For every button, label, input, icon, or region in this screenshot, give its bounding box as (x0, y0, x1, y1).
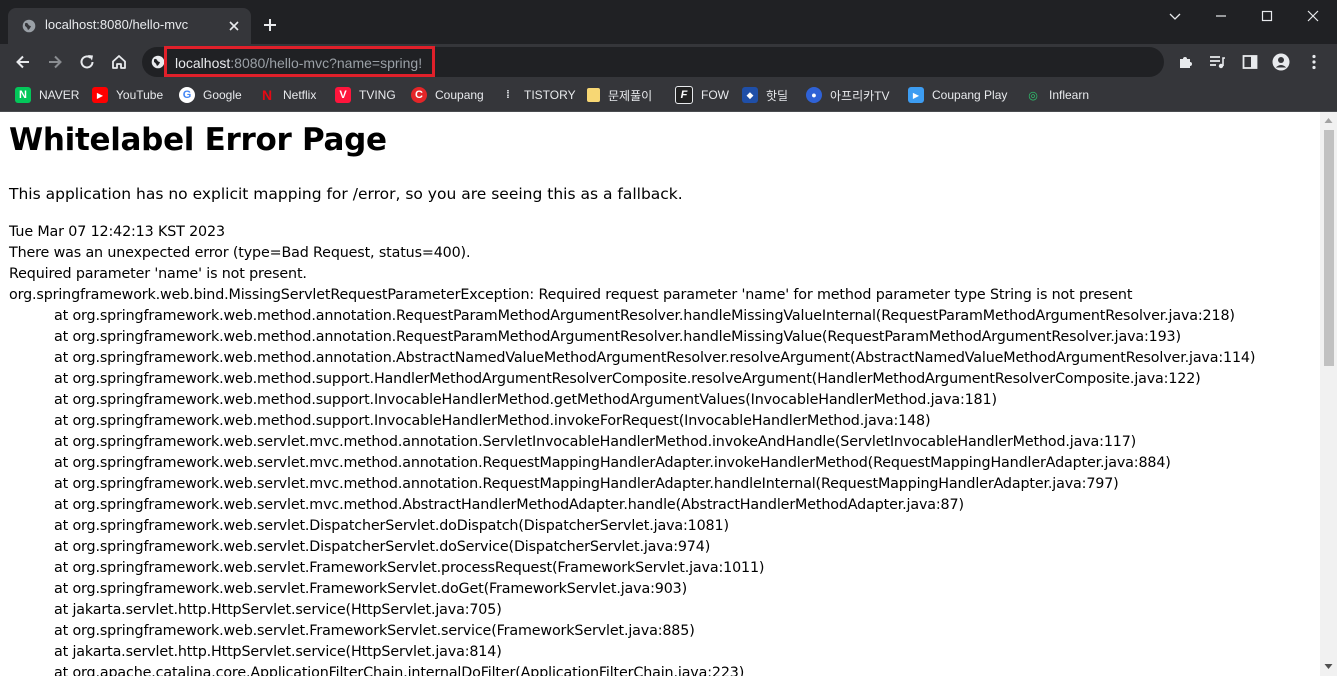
exception-line: org.springframework.web.bind.MissingServ… (9, 287, 1133, 303)
page-title: Whitelabel Error Page (9, 122, 387, 158)
tab-search-icon[interactable] (1167, 8, 1183, 24)
stack-trace-line: at org.springframework.web.servlet.Dispa… (54, 518, 729, 534)
bookmark-label: 핫딜 (766, 88, 789, 103)
bookmark-label: 아프리카TV (830, 88, 890, 103)
home-icon[interactable] (110, 53, 128, 71)
url-text[interactable]: localhost:8080/hello-mvc?name=spring! (175, 55, 422, 71)
bookmark-label: Netflix (283, 88, 317, 102)
stack-trace-line: at org.springframework.web.method.suppor… (54, 413, 931, 429)
scroll-down-arrow-icon[interactable] (1324, 662, 1333, 671)
bookmark-coupang[interactable]: C Coupang (411, 85, 484, 105)
tving-icon: V (335, 87, 351, 103)
bookmark-tistory[interactable]: ⁞ TISTORY (500, 85, 576, 105)
fallback-message: This application has no explicit mapping… (9, 185, 683, 203)
bookmark-youtube[interactable]: ▶ YouTube (92, 85, 163, 105)
error-status-line: There was an unexpected error (type=Bad … (9, 245, 471, 261)
bookmark-tving[interactable]: V TVING (335, 85, 396, 105)
bookmark-label: FOW (701, 88, 729, 102)
youtube-icon: ▶ (92, 87, 108, 103)
naver-icon: N (15, 87, 31, 103)
bookmark-label: Google (203, 88, 242, 102)
stack-trace-line: at org.springframework.web.servlet.mvc.m… (54, 434, 1137, 450)
stack-trace-line: at org.apache.catalina.core.ApplicationF… (54, 665, 745, 676)
folder-icon (587, 88, 600, 102)
bookmark-label: NAVER (39, 88, 80, 102)
address-bar[interactable]: localhost:8080/hello-mvc?name=spring! (142, 46, 1164, 77)
afreecatv-icon: ● (806, 87, 822, 103)
coupang-play-icon: ▶ (908, 87, 924, 103)
bookmark-label: TVING (359, 88, 396, 102)
stack-trace-line: at jakarta.servlet.http.HttpServlet.serv… (54, 602, 502, 618)
browser-toolbar: localhost:8080/hello-mvc?name=spring! (0, 44, 1337, 80)
error-timestamp: Tue Mar 07 12:42:13 KST 2023 (9, 224, 225, 240)
inflearn-icon: ◎ (1028, 89, 1038, 102)
globe-icon (22, 19, 36, 33)
media-queue-icon[interactable] (1208, 53, 1226, 71)
stack-trace-line: at org.springframework.web.method.annota… (54, 308, 1235, 324)
bookmark-inflearn[interactable]: ◎ Inflearn (1025, 85, 1089, 105)
more-menu-icon[interactable] (1305, 53, 1323, 71)
stack-trace-line: at org.springframework.web.method.suppor… (54, 371, 1201, 387)
bookmark-label: 문제풀이 (608, 88, 653, 103)
stack-trace-line: at org.springframework.web.servlet.mvc.m… (54, 455, 1171, 471)
tistory-icon: ⁞ (506, 89, 510, 101)
tab-title: localhost:8080/hello-mvc (45, 17, 189, 32)
stack-trace-line: at org.springframework.web.servlet.Frame… (54, 581, 688, 597)
bookmark-google[interactable]: G Google (179, 85, 242, 105)
error-details: Tue Mar 07 12:42:13 KST 2023 There was a… (9, 222, 1255, 676)
hotdeal-icon: ◆ (742, 87, 758, 103)
stack-trace-line: at jakarta.servlet.http.HttpServlet.serv… (54, 644, 502, 660)
page-content: Whitelabel Error Page This application h… (0, 112, 1320, 676)
bookmark-label: Inflearn (1049, 88, 1090, 102)
bookmark-fow[interactable]: F FOW (675, 85, 729, 105)
scroll-up-arrow-icon[interactable] (1324, 116, 1333, 125)
bookmark-folder-munjepuri[interactable]: 문제풀이 (587, 85, 652, 105)
browser-tab[interactable]: localhost:8080/hello-mvc (8, 8, 251, 44)
stack-trace-line: at org.springframework.web.method.annota… (54, 350, 1256, 366)
tab-strip: localhost:8080/hello-mvc (0, 0, 1337, 44)
new-tab-icon[interactable] (262, 17, 278, 33)
url-path: :8080/hello-mvc?name=spring! (230, 55, 423, 71)
bookmark-label: Coupang Play (932, 88, 1008, 102)
back-arrow-icon[interactable] (14, 53, 32, 71)
bookmark-hotdeal[interactable]: ◆ 핫딜 (742, 85, 788, 105)
bookmark-netflix[interactable]: N Netflix (259, 85, 316, 105)
reload-icon[interactable] (78, 53, 96, 71)
site-info-icon[interactable] (151, 55, 165, 69)
error-detail-line: Required parameter 'name' is not present… (9, 266, 307, 282)
vertical-scrollbar[interactable] (1320, 112, 1337, 676)
minimize-icon[interactable] (1213, 8, 1229, 24)
fow-icon: F (675, 86, 693, 104)
stack-trace-line: at org.springframework.web.servlet.mvc.m… (54, 497, 964, 513)
profile-avatar-icon[interactable] (1272, 53, 1290, 71)
url-host: localhost (175, 55, 231, 71)
bookmark-label: YouTube (116, 88, 164, 102)
bookmark-label: Coupang (435, 88, 484, 102)
coupang-icon: C (411, 87, 427, 103)
stack-trace-line: at org.springframework.web.servlet.Frame… (54, 623, 695, 639)
close-window-icon[interactable] (1305, 8, 1321, 24)
scrollbar-thumb[interactable] (1324, 130, 1334, 366)
bookmark-coupang-play[interactable]: ▶ Coupang Play (908, 85, 1007, 105)
forward-arrow-icon[interactable] (46, 53, 64, 71)
stack-trace-line: at org.springframework.web.method.suppor… (54, 392, 997, 408)
bookmark-afreecatv[interactable]: ● 아프리카TV (806, 85, 890, 105)
stack-trace-line: at org.springframework.web.servlet.Frame… (54, 560, 765, 576)
stack-trace-line: at org.springframework.web.servlet.mvc.m… (54, 476, 1119, 492)
extensions-puzzle-icon[interactable] (1177, 53, 1195, 71)
google-icon: G (179, 87, 195, 103)
bookmark-naver[interactable]: N NAVER (15, 85, 79, 105)
maximize-icon[interactable] (1259, 8, 1275, 24)
bookmarks-bar: N NAVER ▶ YouTube G Google N Netflix V T… (0, 80, 1337, 112)
stack-trace-line: at org.springframework.web.servlet.Dispa… (54, 539, 711, 555)
side-panel-icon[interactable] (1241, 53, 1259, 71)
bookmark-label: TISTORY (524, 88, 576, 102)
stack-trace-line: at org.springframework.web.method.annota… (54, 329, 1181, 345)
close-tab-icon[interactable] (227, 19, 241, 33)
netflix-icon: N (261, 87, 273, 103)
